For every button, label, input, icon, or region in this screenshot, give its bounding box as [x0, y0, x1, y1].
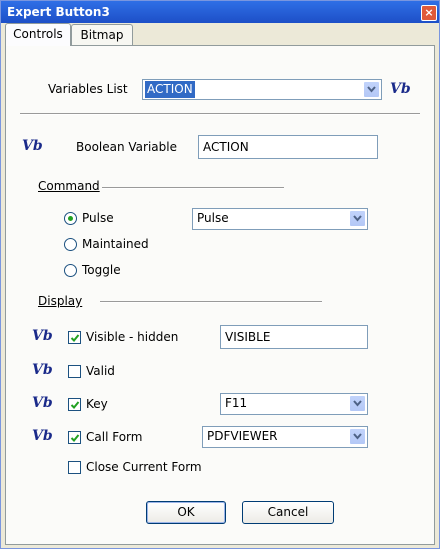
toggle-label: Toggle [82, 263, 121, 277]
chevron-down-icon[interactable] [349, 210, 366, 227]
call-form-combo[interactable]: PDFVIEWER [202, 426, 368, 448]
key-combo[interactable]: F11 [220, 393, 368, 415]
variables-list-value: ACTION [145, 81, 195, 98]
key-checkbox[interactable] [68, 398, 81, 411]
separator [100, 301, 322, 303]
key-combo-value: F11 [225, 396, 248, 410]
close-current-form-label: Close Current Form [86, 460, 202, 474]
close-icon[interactable]: × [421, 5, 437, 21]
command-combo[interactable]: Pulse [192, 208, 368, 230]
call-form-checkbox[interactable] [68, 431, 81, 444]
display-heading: Display [38, 294, 83, 308]
visible-hidden-label: Visible - hidden [86, 330, 179, 344]
chevron-down-icon[interactable] [349, 428, 366, 445]
pulse-label: Pulse [82, 211, 114, 225]
vb-icon[interactable]: Vb [32, 395, 53, 411]
valid-checkbox[interactable] [68, 365, 81, 378]
separator [20, 113, 420, 115]
chevron-down-icon[interactable] [349, 395, 366, 412]
vb-icon[interactable]: Vb [390, 81, 411, 97]
window-title: Expert Button3 [7, 5, 110, 19]
controls-panel: Variables List ACTION Vb Vb Boolean Vari… [5, 45, 435, 545]
boolean-variable-input[interactable]: ACTION [198, 135, 378, 159]
variables-list-label: Variables List [48, 82, 128, 96]
separator [102, 187, 284, 189]
chevron-down-icon[interactable] [363, 81, 380, 98]
cancel-button[interactable]: Cancel [242, 501, 334, 524]
maintained-label: Maintained [82, 237, 149, 251]
vb-icon[interactable]: Vb [32, 362, 53, 378]
dialog-window: Expert Button3 × Controls Bitmap Variabl… [0, 0, 440, 549]
pulse-radio[interactable] [64, 212, 77, 225]
visible-hidden-checkbox[interactable] [68, 331, 81, 344]
close-current-form-checkbox[interactable] [68, 461, 81, 474]
command-heading: Command [38, 179, 100, 193]
key-label: Key [86, 397, 108, 411]
ok-button[interactable]: OK [146, 501, 226, 524]
vb-icon[interactable]: Vb [32, 428, 53, 444]
maintained-radio[interactable] [64, 238, 77, 251]
boolean-variable-label: Boolean Variable [76, 140, 177, 154]
tab-controls[interactable]: Controls [5, 23, 71, 46]
valid-label: Valid [86, 364, 115, 378]
title-bar[interactable]: Expert Button3 × [1, 1, 439, 23]
vb-icon[interactable]: Vb [32, 328, 53, 344]
variables-list-combo[interactable]: ACTION [142, 79, 382, 100]
call-form-label: Call Form [86, 430, 143, 444]
call-form-combo-value: PDFVIEWER [207, 429, 278, 443]
toggle-radio[interactable] [64, 264, 77, 277]
command-combo-value: Pulse [197, 211, 229, 225]
tab-strip: Controls Bitmap [5, 23, 435, 46]
visible-hidden-input[interactable]: VISIBLE [220, 325, 368, 349]
vb-icon[interactable]: Vb [22, 138, 43, 154]
tab-bitmap[interactable]: Bitmap [71, 24, 133, 45]
